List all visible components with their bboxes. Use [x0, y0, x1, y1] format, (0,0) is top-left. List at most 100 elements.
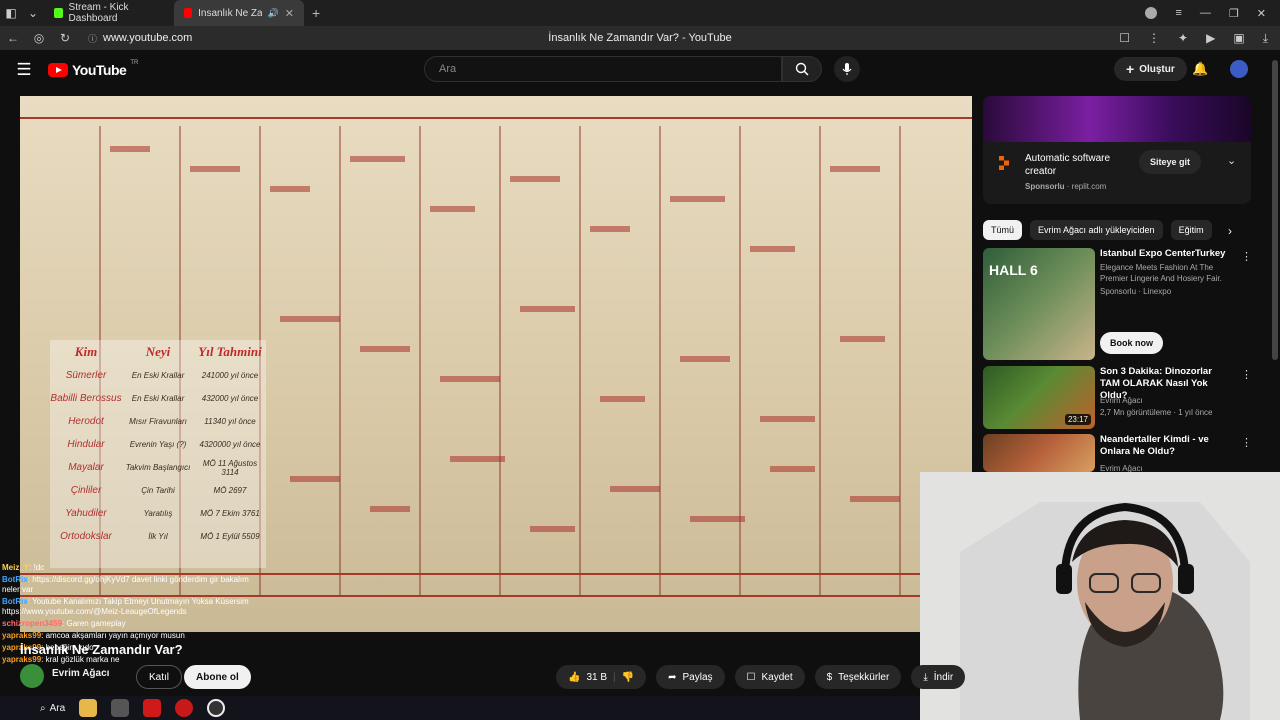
wallet-icon[interactable]: ▣	[1233, 31, 1244, 46]
recommendation-item[interactable]: HALL 6 Istanbul Expo CenterTurkey Elegan…	[983, 248, 1252, 360]
subscribe-button[interactable]: Abone ol	[184, 665, 251, 689]
chat-text: : amcoa akşamları yayın açmıyor musun	[41, 631, 185, 640]
notifications-bell-icon[interactable]: 🔔	[1192, 61, 1208, 77]
save-label: Kaydet	[761, 671, 793, 683]
thumbnail-text: HALL 6	[989, 262, 1038, 278]
create-button[interactable]: + Oluştur	[1114, 57, 1187, 81]
site-info-icon[interactable]: ⓘ	[88, 32, 97, 45]
cell-kim: Sümerler	[65, 370, 107, 381]
url-field[interactable]: ⓘ www.youtube.com	[88, 32, 192, 45]
cell-neyi: Çin Tarihi	[141, 486, 175, 495]
bookmark-icon: ☐	[746, 671, 756, 683]
obs-icon[interactable]	[207, 699, 226, 717]
cell-yil: MÖ 7 Ekim 3761	[200, 509, 260, 518]
thanks-button[interactable]: $ Teşekkürler	[814, 665, 902, 689]
hamburger-menu-icon[interactable]: ☰	[0, 60, 48, 80]
more-options-icon[interactable]: ⋮	[1241, 436, 1252, 449]
streamer-camera-image	[920, 472, 1280, 720]
extensions-icon[interactable]: ✦	[1178, 31, 1188, 46]
tab-youtube-video[interactable]: İnsanlık Ne Zamandı 🔊 ✕	[174, 0, 304, 26]
taskbar-search[interactable]: ⌕ Ara	[40, 703, 65, 714]
share-button[interactable]: ➦ Paylaş	[656, 665, 725, 689]
youtube-play-icon	[48, 63, 68, 77]
cell-kim: Herodot	[68, 416, 104, 427]
folder-app-icon[interactable]	[79, 699, 98, 717]
page-scrollbar[interactable]	[1272, 60, 1278, 360]
more-options-icon[interactable]: ⋮	[1241, 250, 1252, 263]
chat-text: : Garen gameplay	[62, 619, 126, 628]
logo-text: YouTube	[72, 62, 127, 78]
join-button[interactable]: Katıl	[136, 665, 183, 689]
save-button[interactable]: ☐ Kaydet	[734, 665, 805, 689]
more-options-icon[interactable]: ⋮	[1241, 368, 1252, 381]
tab-list-chevron-icon[interactable]: ⌄	[22, 2, 44, 24]
chip-education[interactable]: Eğitim	[1170, 220, 1212, 240]
new-tab-button[interactable]: +	[304, 5, 328, 21]
book-now-button[interactable]: Book now	[1100, 332, 1163, 354]
cell-kim: Çinliler	[70, 485, 102, 496]
chat-username: BotRix	[2, 575, 28, 584]
thumbs-down-icon[interactable]: 👎	[622, 672, 634, 683]
profile-icon[interactable]	[1145, 7, 1158, 19]
cell-neyi: İlk Yıl	[148, 532, 168, 541]
search-button[interactable]	[782, 56, 822, 82]
visit-site-button[interactable]: Siteye git	[1139, 150, 1202, 174]
chip-all[interactable]: Tümü	[983, 220, 1023, 240]
close-tab-icon[interactable]: ✕	[285, 7, 294, 20]
yandex-browser-icon[interactable]	[143, 699, 162, 717]
cell-neyi: Evrenin Yaşı (?)	[129, 440, 187, 449]
bookmark-icon[interactable]: ☐	[1119, 31, 1130, 46]
like-button[interactable]: 👍 31 B | 👎	[556, 665, 647, 689]
ad-domain: replit.com	[1071, 182, 1107, 191]
close-window-icon[interactable]: ✕	[1257, 7, 1266, 20]
chip-from-uploader[interactable]: Evrim Ağacı adlı yükleyiciden	[1030, 220, 1163, 240]
cell-yil: 241000 yıl önce	[201, 371, 259, 380]
sponsored-ad-card[interactable]: Automatic software creator Sponsorlu · r…	[983, 96, 1251, 204]
voice-search-button[interactable]	[834, 56, 860, 82]
tab-kick-dashboard[interactable]: Stream - Kick Dashboard	[44, 0, 174, 26]
player-icon[interactable]: ▶	[1206, 31, 1215, 46]
search-icon: ⌕	[40, 702, 46, 714]
video-title[interactable]: Istanbul Expo CenterTurkey	[1100, 248, 1234, 260]
channel-name[interactable]: Evrim Ağacı	[1100, 395, 1143, 406]
back-icon[interactable]: ←	[0, 31, 26, 45]
more-icon[interactable]: ⋮	[1148, 31, 1160, 46]
ad-sponsor-line: Sponsorlu · replit.com	[1025, 182, 1107, 191]
video-thumbnail[interactable]: HALL 6	[983, 248, 1095, 360]
cell-neyi: En Eski Krallar	[131, 394, 185, 403]
create-label: Oluştur	[1139, 63, 1175, 75]
table-header: Kim Neyi Yıl Tahmini	[50, 340, 266, 364]
shield-icon[interactable]: ◎	[26, 31, 52, 45]
youtube-logo[interactable]: YouTube TR	[48, 60, 138, 78]
cell-yil: 432000 yıl önce	[201, 394, 259, 403]
account-avatar[interactable]	[1230, 60, 1248, 78]
chevron-right-icon[interactable]: ›	[1228, 224, 1232, 238]
reload-icon[interactable]: ↻	[52, 31, 78, 45]
download-button[interactable]: ⤓ İndir	[911, 665, 966, 689]
channel-avatar[interactable]	[20, 664, 44, 688]
chevron-down-icon[interactable]: ⌄	[1227, 154, 1236, 167]
maximize-icon[interactable]: ❐	[1229, 7, 1239, 20]
opera-icon[interactable]	[175, 699, 194, 717]
download-icon[interactable]: ⤓	[1263, 31, 1268, 46]
menu-icon[interactable]: ≡	[1175, 7, 1181, 19]
cell-neyi: Yaratılış	[143, 509, 173, 518]
minimize-icon[interactable]: —	[1200, 7, 1211, 19]
cell-yil: MÖ 11 Ağustos 3114	[202, 458, 258, 477]
channel-name[interactable]: Evrim Ağacı	[52, 668, 109, 679]
browser-menu-icon[interactable]: ◧	[0, 2, 22, 24]
video-player[interactable]: Kim Neyi Yıl Tahmini Sümerler En Eski Kra…	[20, 96, 972, 632]
video-thumbnail[interactable]: 23:17	[983, 366, 1095, 429]
download-icon: ⤓	[923, 671, 928, 683]
thanks-icon: $	[826, 671, 833, 683]
table-row: Babilli Berossus En Eski Krallar 432000 yı…	[50, 387, 266, 410]
audio-icon[interactable]: 🔊	[268, 8, 279, 19]
task-view-icon[interactable]	[111, 699, 130, 717]
address-bar: ← ◎ ↻ ⓘ www.youtube.com İnsanlık Ne Zama…	[0, 26, 1280, 50]
share-icon: ➦	[668, 671, 677, 683]
search-placeholder: Ara	[439, 63, 457, 75]
search-input[interactable]: Ara	[424, 56, 782, 82]
microphone-icon	[842, 63, 852, 75]
video-title[interactable]: Neandertaller Kimdi - ve Onlara Ne Oldu?	[1100, 434, 1234, 458]
video-thumbnail[interactable]	[983, 434, 1095, 472]
